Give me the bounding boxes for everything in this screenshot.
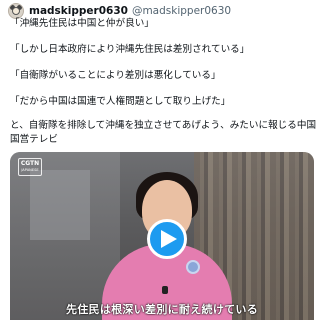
tweet: madskipper0630 @madskipper0630 「沖縄先住民は中国… (0, 0, 320, 320)
tweet-text-line: 「だから中国は国連で人権問題として取り上げた」 (10, 96, 231, 107)
display-name[interactable]: madskipper0630 (29, 5, 128, 17)
video-player[interactable]: CGTN JAPANESE 先住民は根深い差別に耐え続けている (10, 152, 314, 320)
cgtn-logo-text: CGTN (20, 160, 40, 167)
play-icon (160, 230, 177, 248)
play-button[interactable] (147, 219, 187, 259)
cgtn-logo: CGTN JAPANESE (18, 158, 42, 176)
brooch (186, 260, 200, 274)
video-subtitle: 先住民は根深い差別に耐え続けている (65, 303, 259, 316)
tweet-text-line: と、自衛隊を排除して沖縄を独立させてあげよう、みたいに報じる中国 (10, 120, 317, 131)
tweet-text-line: 国営テレビ (10, 134, 58, 145)
user-handle[interactable]: @madskipper0630 (132, 5, 231, 17)
video-background-window (30, 170, 90, 240)
cgtn-logo-subtext: JAPANESE (21, 168, 39, 172)
lapel-mic (162, 286, 168, 294)
avatar-face (12, 7, 20, 15)
tweet-text-line: 「しかし日本政府により沖縄先住民は差別されている」 (10, 44, 250, 55)
tweet-text-line: 「自衛隊がいることにより差別は悪化している」 (10, 70, 221, 81)
tweet-text-line: 「沖縄先住民は中国と仲が良い」 (10, 18, 154, 29)
